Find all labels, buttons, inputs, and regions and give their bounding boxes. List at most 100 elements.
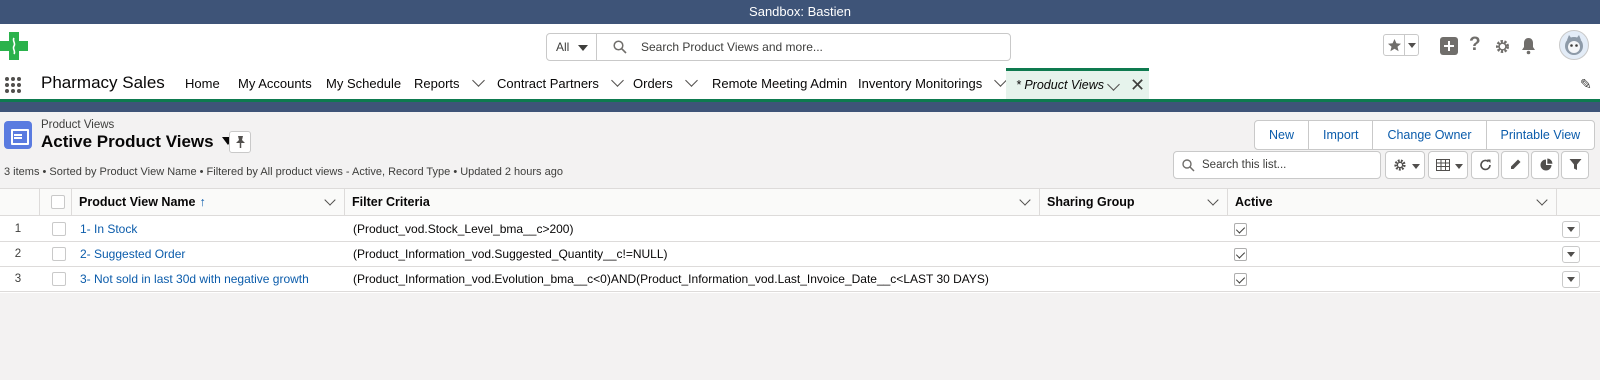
chevron-down-icon[interactable] (611, 74, 624, 87)
column-header-sharing-group[interactable]: Sharing Group (1040, 189, 1228, 216)
inline-edit-button[interactable] (1501, 151, 1529, 179)
import-button[interactable]: Import (1308, 121, 1372, 149)
list-settings-button[interactable] (1385, 151, 1425, 179)
nav-item-orders[interactable]: Orders (633, 68, 698, 99)
column-label: Product View Name ↑ (79, 195, 206, 209)
nav-item-label: Contract Partners (497, 76, 599, 91)
filter-criteria-cell: (Product_Information_vod.Evolution_bma__… (353, 272, 989, 286)
table-row: 2 2- Suggested Order (Product_Informatio… (0, 242, 1600, 267)
inline-edit-pencil-icon (1511, 159, 1521, 169)
column-label: Active (1235, 195, 1273, 209)
nav-item-my-schedule[interactable]: My Schedule (326, 68, 401, 99)
tab-product-views[interactable]: * Product Views ✕ (1006, 68, 1149, 99)
nav-item-reports[interactable]: Reports (414, 68, 485, 99)
row-checkbox[interactable] (52, 247, 66, 261)
nav-item-label: My Schedule (326, 76, 402, 91)
add-icon[interactable] (1440, 37, 1458, 55)
notifications-bell-icon[interactable] (1520, 37, 1537, 55)
nav-item-my-accounts[interactable]: My Accounts (238, 68, 312, 99)
product-view-name-link[interactable]: 1- In Stock (80, 217, 137, 242)
column-header-product-view-name[interactable]: Product View Name ↑ (72, 189, 345, 216)
app-navigation-bar: Pharmacy Sales Home My Accounts My Sched… (0, 68, 1600, 102)
row-number: 1 (14, 223, 22, 235)
chevron-down-icon[interactable] (324, 194, 336, 206)
search-scope-label: All (556, 40, 570, 54)
select-all-checkbox[interactable] (51, 195, 65, 209)
medical-cross-logo[interactable] (0, 30, 28, 62)
column-header-filter-criteria[interactable]: Filter Criteria (345, 189, 1040, 216)
help-icon[interactable]: ? (1469, 34, 1481, 56)
chevron-down-icon (1412, 164, 1420, 169)
pin-icon (236, 136, 245, 148)
row-number: 2 (14, 248, 22, 260)
favorites-star-icon (1388, 39, 1401, 52)
favorites-button[interactable] (1383, 34, 1419, 56)
filter-criteria-cell: (Product_vod.Stock_Level_bma__c>200) (353, 222, 574, 236)
pin-button[interactable] (229, 131, 251, 153)
list-view-info: 3 items • Sorted by Product View Name • … (4, 166, 563, 178)
charts-button[interactable] (1531, 151, 1559, 179)
nav-item-label: Home (185, 76, 220, 91)
global-search-input[interactable]: Search Product Views and more... (641, 34, 823, 60)
chevron-down-icon (1455, 164, 1463, 169)
active-checkbox (1234, 248, 1247, 261)
sort-ascending-icon: ↑ (199, 195, 206, 209)
display-as-table-icon (1436, 159, 1450, 171)
background-band (0, 102, 1600, 112)
column-header-active[interactable]: Active (1228, 189, 1557, 216)
chevron-down-icon[interactable] (684, 74, 698, 87)
list-view-header: Product Views Active Product Views New I… (0, 112, 1600, 188)
nav-item-remote-meeting-admin[interactable]: Remote Meeting Admin (712, 68, 847, 99)
chevron-down-icon[interactable] (1207, 194, 1219, 206)
nav-item-home[interactable]: Home (185, 68, 220, 99)
app-launcher-waffle-icon[interactable] (4, 76, 22, 94)
filter-button[interactable] (1561, 151, 1589, 179)
avatar[interactable] (1559, 30, 1589, 60)
printable-view-button[interactable]: Printable View (1485, 121, 1595, 149)
row-number: 3 (14, 273, 22, 285)
chevron-down-icon[interactable] (1019, 194, 1031, 206)
row-number-header (0, 189, 40, 216)
product-view-name-link[interactable]: 3- Not sold in last 30d with negative gr… (80, 267, 309, 292)
list-search-placeholder: Search this list... (1202, 159, 1287, 171)
table-row: 1 1- In Stock (Product_vod.Stock_Level_b… (0, 217, 1600, 242)
row-checkbox[interactable] (52, 222, 66, 236)
object-label: Product Views (41, 119, 115, 131)
setup-gear-icon[interactable] (1494, 38, 1511, 55)
close-icon[interactable]: ✕ (1130, 76, 1145, 94)
row-actions-menu[interactable] (1562, 271, 1580, 288)
row-checkbox[interactable] (52, 272, 66, 286)
refresh-icon (1480, 159, 1491, 171)
search-scope-dropdown[interactable]: All (547, 34, 597, 60)
nav-item-label: Reports (414, 76, 460, 91)
display-as-button[interactable] (1428, 151, 1468, 179)
list-settings-gear-icon (1394, 159, 1406, 171)
global-header: All Search Product Views and more... ? (0, 24, 1600, 68)
list-view-picker[interactable]: Active Product Views (41, 132, 234, 152)
product-view-name-link[interactable]: 2- Suggested Order (80, 242, 185, 267)
nav-item-label: Remote Meeting Admin (712, 76, 848, 91)
refresh-button[interactable] (1471, 151, 1499, 179)
active-checkbox (1234, 273, 1247, 286)
charts-icon (1540, 158, 1553, 171)
column-label: Filter Criteria (352, 195, 430, 209)
product-views-object-icon (4, 121, 32, 149)
page-title: Active Product Views (41, 132, 214, 151)
new-button[interactable]: New (1255, 121, 1308, 149)
list-search-input[interactable]: Search this list... (1173, 151, 1381, 179)
chevron-down-icon[interactable] (471, 74, 485, 87)
nav-item-contract-partners[interactable]: Contract Partners (497, 68, 624, 99)
table-header: Product View Name ↑ Filter Criteria Shari… (0, 189, 1600, 216)
edit-nav-pencil-icon[interactable]: ✎ (1580, 76, 1592, 93)
search-icon (1182, 159, 1195, 172)
row-actions-menu[interactable] (1562, 246, 1580, 263)
row-actions-menu[interactable] (1562, 221, 1580, 238)
change-owner-button[interactable]: Change Owner (1372, 121, 1485, 149)
global-search[interactable]: All Search Product Views and more... (546, 33, 1011, 61)
list-view-table: Product View Name ↑ Filter Criteria Shari… (0, 188, 1600, 293)
chevron-down-icon[interactable] (1536, 194, 1548, 206)
search-icon (613, 40, 627, 54)
select-all-header (40, 189, 72, 216)
nav-item-inventory-monitorings[interactable]: Inventory Monitorings (858, 68, 1008, 99)
chevron-down-icon[interactable] (1107, 78, 1120, 91)
